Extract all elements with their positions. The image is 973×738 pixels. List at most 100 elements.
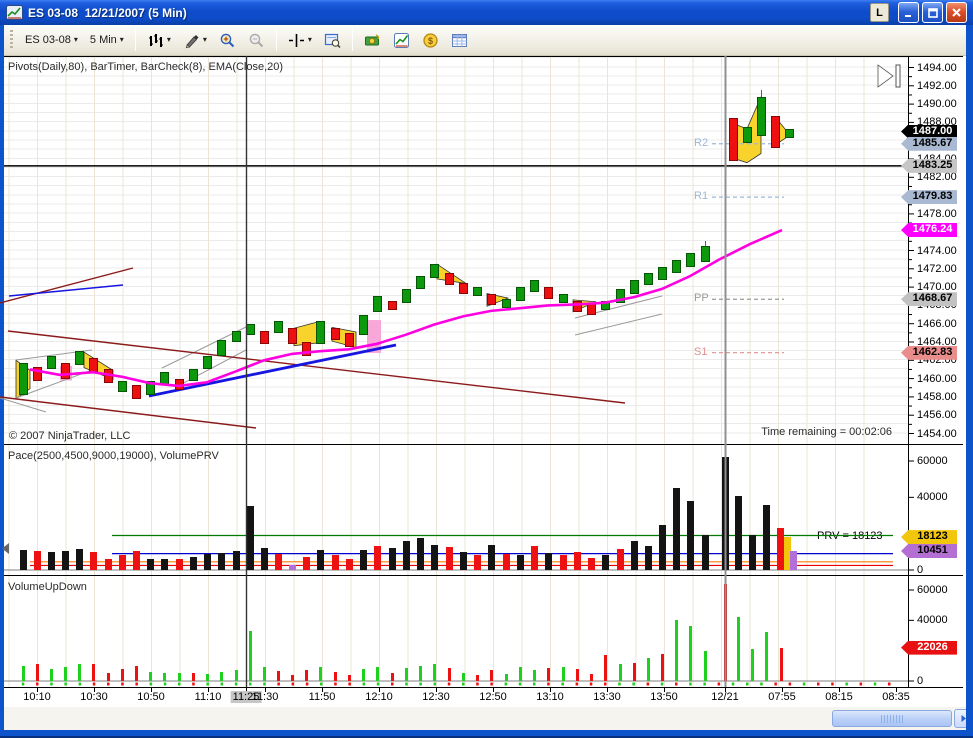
scrollbar-thumb[interactable] — [832, 710, 952, 727]
candle — [61, 362, 70, 379]
price-panel-indicator-label: Pivots(Daily,80), BarTimer, BarCheck(8),… — [8, 61, 284, 73]
svg-text:$: $ — [428, 36, 433, 46]
candle — [473, 287, 482, 297]
bar-type-button[interactable]: ▾ — [141, 28, 177, 53]
updown-volume-bar — [107, 672, 110, 681]
time-tick-label: 11:10 — [194, 691, 222, 703]
volume-bar — [687, 500, 694, 570]
updown-volume-bar — [405, 668, 408, 681]
volume-bar — [332, 555, 339, 570]
volume-bar — [403, 540, 410, 570]
close-button[interactable] — [946, 2, 967, 23]
candle — [672, 259, 681, 274]
updown-volume-bar — [291, 674, 294, 681]
candle — [217, 339, 226, 356]
panel-divider[interactable] — [4, 444, 963, 445]
volume-bar — [735, 495, 742, 570]
horizontal-scrollbar[interactable] — [4, 707, 973, 730]
candle — [502, 298, 511, 308]
chevron-down-icon: ▾ — [119, 35, 124, 44]
candle — [388, 300, 397, 310]
updown-volume-bar — [64, 666, 67, 681]
updown-volume-bar — [780, 647, 783, 681]
volume-updown-panel[interactable] — [4, 576, 908, 687]
zoom-in-icon — [220, 33, 235, 47]
pivot-line-label: PP — [694, 292, 709, 305]
volume-tick-label: 0 — [917, 564, 924, 576]
updown-volume-bar — [206, 674, 209, 681]
candle — [246, 323, 255, 336]
price-tick-label: 1456.00 — [917, 409, 957, 422]
updown-volume-bar — [319, 667, 322, 681]
price-marker: 1476.24 — [901, 223, 957, 237]
price-tick-label: 1490.00 — [917, 98, 957, 111]
candle — [785, 129, 794, 139]
updown-volume-bar — [50, 668, 53, 681]
candle — [373, 296, 382, 313]
instrument-selector[interactable]: ES 03-08 ▾ — [19, 30, 84, 50]
price-tick-label: 1472.00 — [917, 262, 957, 275]
updown-volume-bar — [576, 668, 579, 681]
volume-bar — [133, 550, 140, 570]
bar-type-icon — [148, 33, 163, 47]
data-box-button[interactable] — [318, 28, 347, 53]
chart-window: ES 03-08 12/21/2007 (5 Min) L ES 03-08 ▾… — [0, 0, 973, 738]
volume-bar — [161, 558, 168, 570]
zoom-out-button[interactable] — [242, 28, 271, 53]
titlebar[interactable]: ES 03-08 12/21/2007 (5 Min) L — [0, 0, 973, 25]
candle — [544, 287, 553, 299]
updown-volume-bar — [689, 626, 692, 681]
drawing-tools-button[interactable]: ▾ — [177, 28, 213, 53]
volume-bar — [147, 559, 154, 570]
candle — [530, 280, 539, 292]
interval-label: 5 Min — [89, 34, 117, 46]
volume-bar — [90, 552, 97, 570]
link-button[interactable]: L — [870, 3, 889, 22]
updown-volume-bar — [22, 665, 25, 681]
volume-bar — [76, 548, 83, 570]
candle — [89, 358, 98, 372]
candle — [757, 97, 766, 137]
chart-trader-icon — [364, 33, 380, 45]
zoom-in-button[interactable] — [213, 28, 242, 53]
interval-selector[interactable]: 5 Min ▾ — [84, 30, 130, 50]
price-tick-label: 1494.00 — [917, 61, 957, 74]
bar-timer-label: Time remaining = 00:02:06 — [761, 426, 892, 438]
restore-button[interactable] — [922, 2, 943, 23]
account-button[interactable]: $ — [416, 28, 445, 53]
candle — [487, 293, 496, 306]
volume-bar — [105, 558, 112, 570]
updown-volume-bar — [737, 617, 740, 681]
updown-volume-bar — [462, 672, 465, 681]
volume-bar — [673, 488, 680, 570]
candle — [743, 126, 752, 143]
updown-volume-bar — [334, 671, 337, 681]
candle — [402, 289, 411, 304]
instrument-manager-button[interactable] — [445, 28, 474, 53]
toolbar-grip[interactable] — [10, 30, 13, 50]
panel-divider[interactable] — [4, 575, 963, 576]
candle — [232, 330, 241, 342]
chevron-down-icon: ▾ — [307, 35, 312, 44]
minimize-button[interactable] — [898, 2, 919, 23]
instrument-manager-icon — [451, 33, 467, 47]
panel-border-bottom — [4, 687, 963, 688]
time-tick-label: 12/21 — [711, 691, 739, 703]
volume-bar — [446, 547, 453, 570]
updown-volume-bar — [121, 668, 124, 681]
chart-window-icon — [6, 5, 23, 20]
time-tick-label: 12:50 — [479, 691, 507, 703]
updown-volume-bar — [419, 665, 422, 681]
crosshair-button[interactable]: ▾ — [282, 28, 318, 53]
volume-bar — [417, 538, 424, 570]
candle-wick — [760, 90, 762, 98]
updown-volume-bar — [476, 674, 479, 681]
close-icon — [952, 8, 961, 17]
time-tick-label: 13:10 — [536, 691, 564, 703]
new-chart-button[interactable] — [387, 28, 416, 53]
candle — [445, 273, 454, 285]
candle — [516, 287, 525, 301]
volume-bar — [303, 557, 310, 570]
chart-trader-button[interactable] — [358, 28, 387, 53]
volume-tick-label: 40000 — [917, 614, 948, 627]
